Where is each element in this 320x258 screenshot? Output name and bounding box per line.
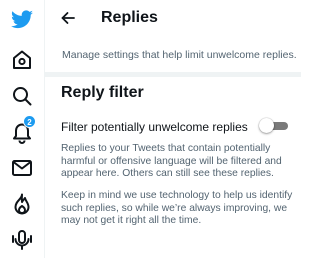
section-divider (45, 72, 301, 77)
notification-badge: 2 (23, 115, 36, 128)
home-icon[interactable] (10, 48, 34, 72)
page-header: Replies (45, 0, 301, 36)
filter-explanation: Replies to your Tweets that contain pote… (61, 143, 282, 179)
search-icon[interactable] (10, 84, 34, 108)
page-description: Manage settings that help limit unwelcom… (62, 49, 297, 61)
reply-filter-heading: Reply filter (61, 84, 144, 101)
sidebar-nav: 2 (0, 0, 44, 258)
back-arrow-icon[interactable] (60, 10, 76, 26)
topics-flame-icon[interactable] (10, 192, 34, 216)
spaces-mic-icon[interactable] (10, 228, 34, 252)
page-title: Replies (101, 9, 158, 26)
toggle-thumb (259, 118, 274, 133)
filter-toggle-switch[interactable] (259, 118, 289, 133)
mail-icon[interactable] (10, 156, 34, 180)
filter-toggle-label[interactable]: Filter potentially unwelcome replies (61, 120, 248, 134)
twitter-logo-icon[interactable] (10, 8, 34, 32)
technology-disclaimer: Keep in mind we use technology to help u… (61, 190, 293, 226)
replies-settings-panel: Replies Manage settings that help limit … (44, 0, 301, 258)
bell-icon[interactable]: 2 (10, 115, 36, 144)
